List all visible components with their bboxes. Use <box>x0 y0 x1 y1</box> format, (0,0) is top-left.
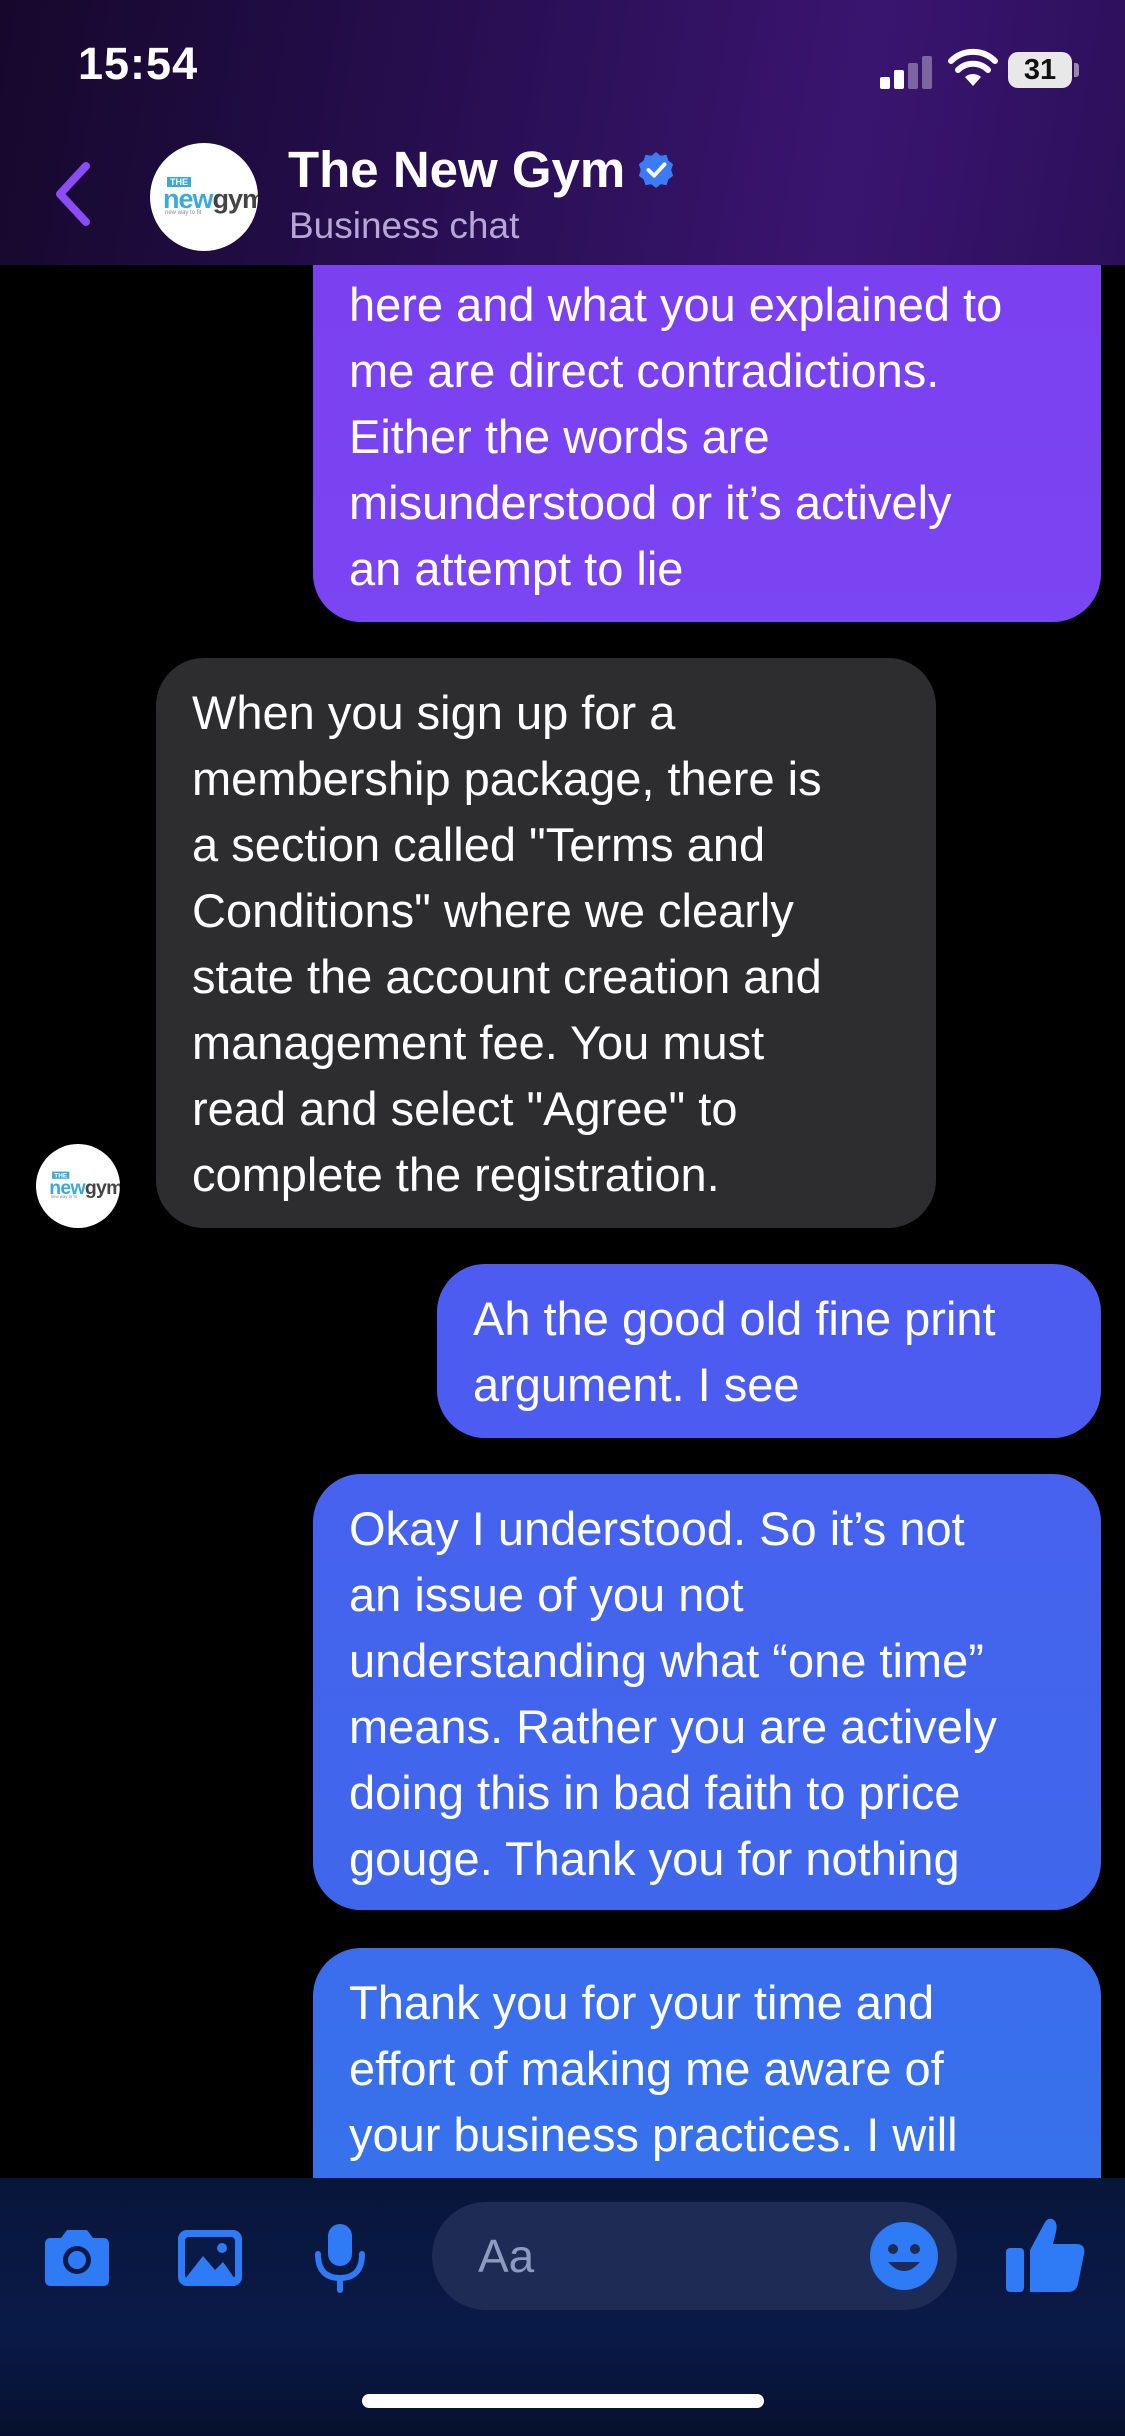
battery-level: 31 <box>1008 52 1072 88</box>
newgym-logo: THE newgym new way to fit <box>163 177 258 216</box>
image-icon[interactable] <box>170 2218 250 2298</box>
emoji-icon[interactable] <box>868 2220 940 2292</box>
message-input-pill[interactable] <box>432 2202 957 2310</box>
verified-badge-icon <box>639 151 674 188</box>
message-input[interactable] <box>478 2224 858 2288</box>
contact-subtitle: Business chat <box>289 205 520 246</box>
home-indicator[interactable] <box>362 2394 764 2408</box>
chat-screen: 15:54 31 THE newgym new way to fit The N… <box>0 0 1125 2436</box>
outgoing-message[interactable]: here and what you explained to me are di… <box>313 230 1101 622</box>
newgym-logo-small: THE newgym new way to fit <box>49 1171 120 1200</box>
incoming-message[interactable]: When you sign up for a membership packag… <box>156 658 936 1228</box>
outgoing-message[interactable]: Ah the good old fine print argument. I s… <box>437 1264 1101 1438</box>
camera-icon[interactable] <box>37 2218 117 2298</box>
outgoing-message[interactable]: Thank you for your time and effort of ma… <box>313 1948 1101 2208</box>
wifi-icon <box>948 48 998 86</box>
contact-name[interactable]: The New Gym <box>288 140 675 199</box>
microphone-icon[interactable] <box>300 2218 380 2298</box>
back-chevron-icon[interactable] <box>48 158 98 230</box>
sender-avatar[interactable]: THE newgym new way to fit <box>36 1144 120 1228</box>
thumbs-up-icon[interactable] <box>1000 2210 1090 2300</box>
chat-header: 15:54 31 THE newgym new way to fit The N… <box>0 0 1125 265</box>
contact-avatar[interactable]: THE newgym new way to fit <box>150 143 258 251</box>
cellular-signal-icon <box>880 55 934 89</box>
outgoing-message[interactable]: Okay I understood. So it’s not an issue … <box>313 1474 1101 1910</box>
battery-icon: 31 <box>1008 52 1080 88</box>
status-time: 15:54 <box>78 38 199 89</box>
contact-name-label: The New Gym <box>288 141 626 198</box>
